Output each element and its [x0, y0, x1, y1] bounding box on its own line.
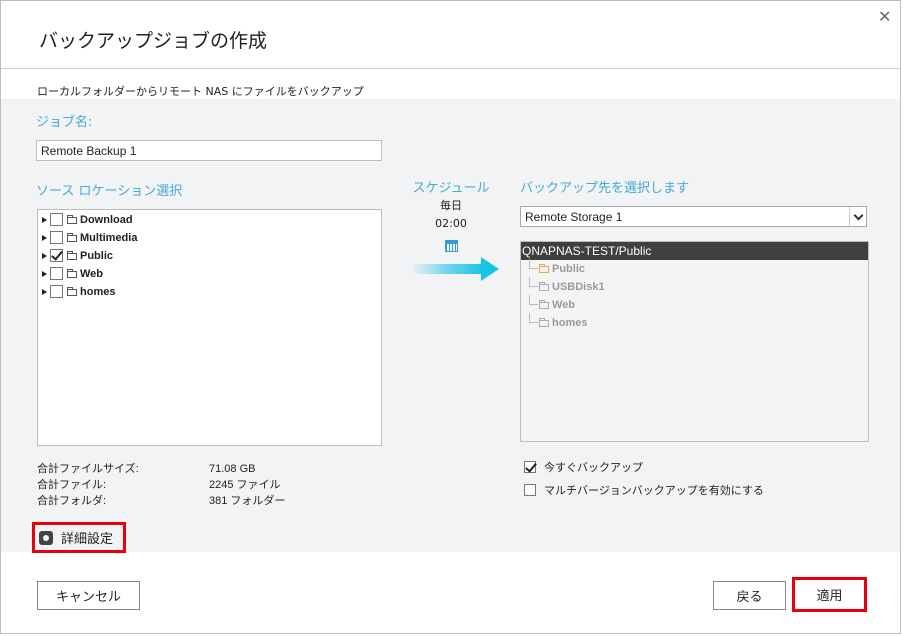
- destination-label: バックアップ先を選択します: [520, 181, 690, 196]
- multiversion-label: マルチバージョンバックアップを有効にする: [544, 485, 764, 497]
- stats-values: 71.08 GB 2245 ファイル 381 フォルダー: [209, 461, 285, 509]
- folder-icon: [539, 299, 549, 309]
- direction-arrow-icon: [411, 257, 499, 281]
- folder-name: Web: [552, 298, 576, 311]
- folder-icon: [67, 214, 77, 224]
- folder-name: Public: [552, 262, 586, 275]
- multiversion-checkbox[interactable]: [524, 484, 536, 496]
- folder-checkbox[interactable]: [50, 285, 63, 298]
- source-folder-public[interactable]: Public: [42, 247, 113, 264]
- gear-icon: [39, 530, 53, 545]
- dest-folder-usbdisk1[interactable]: USBDisk1: [529, 277, 605, 295]
- back-button[interactable]: 戻る: [713, 581, 786, 610]
- tree-line: [529, 313, 538, 323]
- destination-folder-tree: QNAPNAS-TEST/Public Public USBDisk1 Web …: [520, 241, 869, 442]
- folder-name: Download: [80, 213, 133, 226]
- schedule-time: 02:00: [435, 217, 467, 230]
- source-folder-homes[interactable]: homes: [42, 283, 115, 300]
- folder-icon: [67, 250, 77, 260]
- schedule-info: スケジュール 毎日 02:00: [406, 177, 496, 232]
- dest-folder-public[interactable]: Public: [529, 259, 586, 277]
- divider: [1, 68, 900, 69]
- backup-now-checkbox[interactable]: [524, 461, 536, 473]
- advanced-settings-button[interactable]: 詳細設定: [32, 522, 126, 553]
- source-folder-web[interactable]: Web: [42, 265, 103, 282]
- folder-name: homes: [80, 285, 116, 298]
- calendar-icon[interactable]: [445, 240, 458, 252]
- folder-name: USBDisk1: [552, 280, 605, 293]
- cancel-button[interactable]: キャンセル: [37, 581, 140, 610]
- stats-labels: 合計ファイルサイズ: 合計ファイル: 合計フォルダ:: [37, 461, 139, 509]
- folder-icon: [539, 263, 549, 273]
- folder-icon: [67, 232, 77, 242]
- advanced-settings-label: 詳細設定: [61, 532, 114, 547]
- folder-icon: [67, 286, 77, 296]
- folder-icon: [539, 281, 549, 291]
- total-folders-label: 合計フォルダ:: [37, 495, 107, 507]
- source-folder-download[interactable]: Download: [42, 211, 133, 228]
- expand-arrow-icon[interactable]: [42, 288, 47, 295]
- multiversion-option[interactable]: マルチバージョンバックアップを有効にする: [524, 482, 764, 498]
- source-folder-tree: Download Multimedia Public Web homes: [37, 209, 382, 446]
- folder-checkbox[interactable]: [50, 213, 63, 226]
- folder-name: homes: [552, 316, 588, 329]
- expand-arrow-icon[interactable]: [42, 270, 47, 277]
- expand-arrow-icon[interactable]: [42, 234, 47, 241]
- backup-now-label: 今すぐバックアップ: [544, 462, 643, 474]
- folder-checkbox[interactable]: [50, 267, 63, 280]
- folder-icon: [67, 268, 77, 278]
- selected-storage: Remote Storage 1: [525, 210, 623, 224]
- dialog-description: ローカルフォルダーからリモート NAS にファイルをバックアップ: [37, 85, 364, 98]
- job-name-input[interactable]: [36, 140, 382, 161]
- dest-folder-homes[interactable]: homes: [529, 313, 588, 331]
- source-location-label: ソース ロケーション選択: [36, 184, 183, 199]
- apply-button[interactable]: 適用: [792, 577, 867, 612]
- schedule-label: スケジュール: [412, 181, 490, 196]
- total-files-label: 合計ファイル:: [37, 479, 107, 491]
- backup-now-option[interactable]: 今すぐバックアップ: [524, 459, 643, 475]
- tree-line: [529, 259, 538, 269]
- create-backup-job-dialog: ✕ バックアップジョブの作成 ローカルフォルダーからリモート NAS にファイル…: [0, 0, 901, 634]
- tree-line: [529, 277, 538, 287]
- tree-line: [529, 295, 538, 305]
- folder-name: Multimedia: [80, 231, 138, 244]
- job-name-label: ジョブ名:: [36, 115, 93, 130]
- dialog-title: バックアップジョブの作成: [39, 30, 268, 52]
- dest-folder-web[interactable]: Web: [529, 295, 576, 313]
- chevron-down-icon[interactable]: [849, 207, 866, 226]
- close-icon[interactable]: ✕: [878, 9, 891, 25]
- expand-arrow-icon[interactable]: [42, 252, 47, 259]
- schedule-frequency: 毎日: [440, 199, 462, 212]
- folder-checkbox[interactable]: [50, 231, 63, 244]
- folder-name: Web: [80, 267, 104, 280]
- expand-arrow-icon[interactable]: [42, 216, 47, 223]
- total-size-label: 合計ファイルサイズ:: [37, 463, 139, 475]
- folder-checkbox[interactable]: [50, 249, 63, 262]
- total-files-value: 2245 ファイル: [209, 479, 281, 491]
- folder-icon: [539, 317, 549, 327]
- remote-storage-select[interactable]: Remote Storage 1: [520, 206, 867, 227]
- total-size-value: 71.08 GB: [209, 463, 256, 475]
- folder-name: Public: [80, 249, 114, 262]
- destination-path[interactable]: QNAPNAS-TEST/Public: [521, 242, 868, 260]
- source-folder-multimedia[interactable]: Multimedia: [42, 229, 137, 246]
- total-folders-value: 381 フォルダー: [209, 495, 286, 507]
